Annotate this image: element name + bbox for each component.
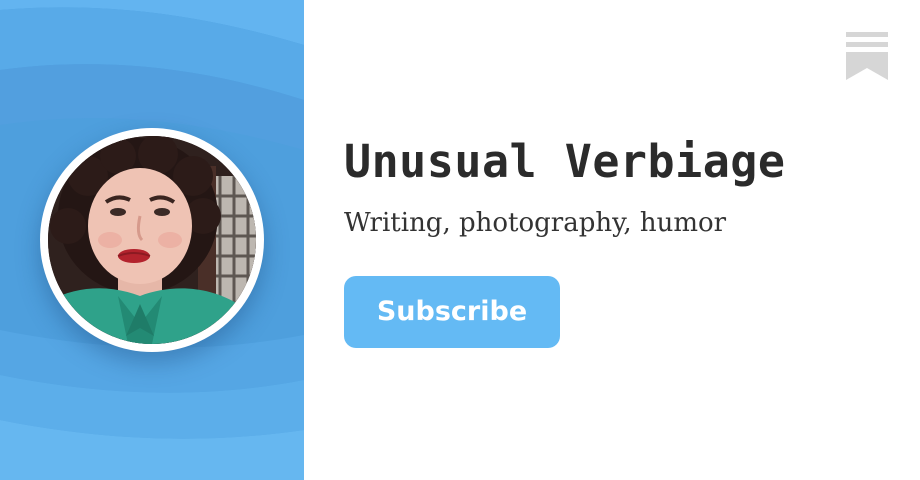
publication-card: Unusual Verbiage Writing, photography, h…: [0, 0, 920, 480]
avatar-frame: [40, 128, 264, 352]
left-wave-panel: [0, 0, 304, 480]
publication-tagline: Writing, photography, humor: [344, 208, 727, 238]
author-avatar: [48, 136, 256, 344]
publication-title: Unusual Verbiage: [344, 135, 786, 188]
substack-bookmark-icon: [846, 32, 888, 80]
subscribe-button[interactable]: Subscribe: [344, 276, 560, 348]
